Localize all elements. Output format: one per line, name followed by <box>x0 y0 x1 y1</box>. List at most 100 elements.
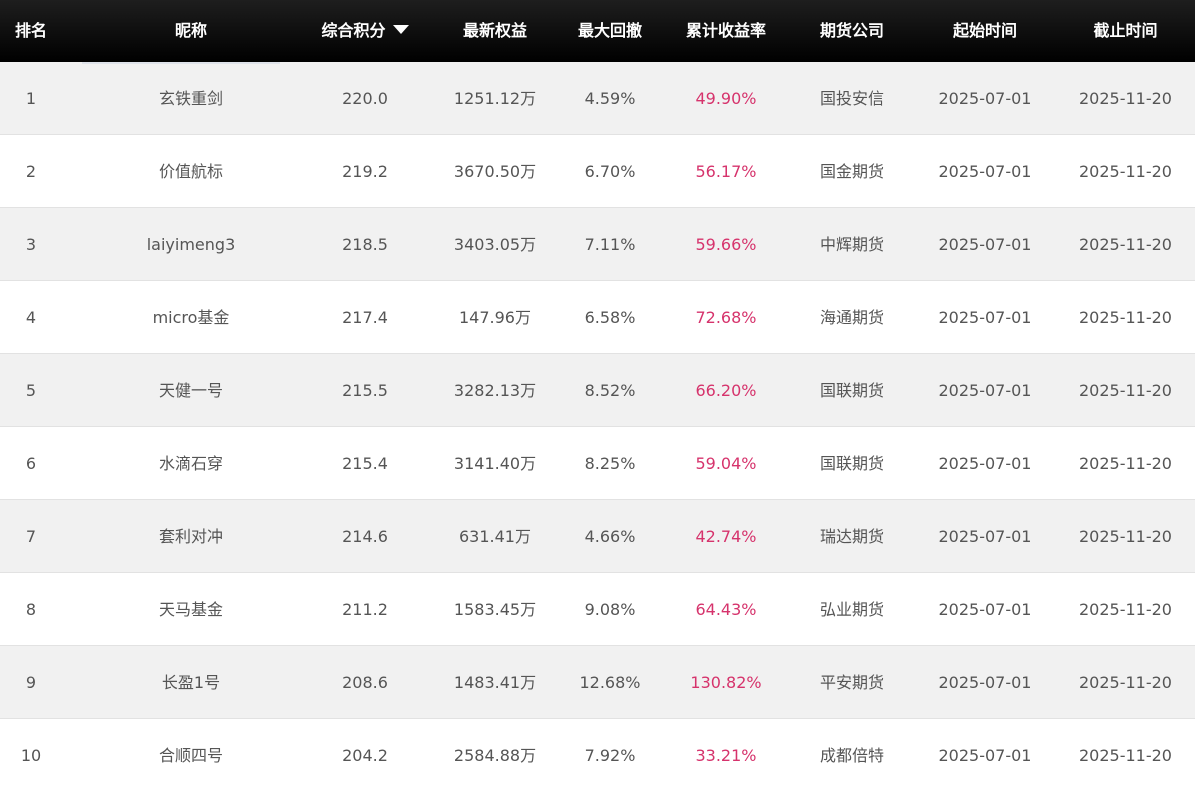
score-cell: 218.5 <box>342 235 388 254</box>
start-date-cell: 2025-07-01 <box>938 600 1032 619</box>
end-date-cell: 2025-11-20 <box>1079 454 1172 473</box>
table-row[interactable]: 4 micro基金 217.4 147.96万 6.58% 72.68% 海通期货 2025-… <box>0 281 1195 354</box>
rank-cell: 4 <box>25 308 37 327</box>
table-row[interactable]: 10 合顺四号 204.2 2584.88万 7.92% 33.21% 成都倍特 2025-0… <box>0 719 1195 791</box>
column-header-drawdown[interactable]: 最大回撤 <box>560 0 660 62</box>
column-header-end[interactable]: 截止时间 <box>1056 0 1195 62</box>
drawdown-cell: 7.11% <box>584 235 636 254</box>
return-cell: 64.43% <box>695 600 757 619</box>
equity-cell: 3670.50万 <box>453 162 537 181</box>
name-cell[interactable]: laiyimeng3 <box>82 208 300 281</box>
table-row[interactable]: 8 天马基金 211.2 1583.45万 9.08% 64.43% 弘业期货 2025-07… <box>0 573 1195 646</box>
return-cell: 59.66% <box>695 235 757 254</box>
equity-cell: 147.96万 <box>459 308 531 327</box>
drawdown-cell: 7.92% <box>584 746 636 765</box>
table-row[interactable]: 6 水滴石穿 215.4 3141.40万 8.25% 59.04% 国联期货 2025-07… <box>0 427 1195 500</box>
score-cell: 215.5 <box>342 381 388 400</box>
score-cell: 215.4 <box>342 454 388 473</box>
column-header-equity[interactable]: 最新权益 <box>430 0 560 62</box>
column-header-company[interactable]: 期货公司 <box>790 0 914 62</box>
rank-cell: 2 <box>25 162 37 181</box>
return-cell: 56.17% <box>695 162 757 181</box>
column-header-score[interactable]: 综合积分 <box>305 0 425 62</box>
equity-cell: 3403.05万 <box>453 235 537 254</box>
rank-cell: 1 <box>25 89 37 108</box>
score-cell: 219.2 <box>342 162 388 181</box>
return-cell: 42.74% <box>695 527 757 546</box>
table-header: 排名 昵称 综合积分 最新权益 最大回撤 累计收益率 期货公司 起始时间 截止时… <box>0 0 1195 62</box>
name-cell[interactable]: 玄铁重剑 <box>82 62 300 135</box>
company-cell: 瑞达期货 <box>819 527 884 546</box>
table-row[interactable]: 7 套利对冲 214.6 631.41万 4.66% 42.74% 瑞达期货 2025-07-… <box>0 500 1195 573</box>
table-row[interactable]: 9 长盈1号 208.6 1483.41万 12.68% 130.82% 平安期货 2025-… <box>0 646 1195 719</box>
start-date-cell: 2025-07-01 <box>938 162 1032 181</box>
column-header-rank[interactable]: 排名 <box>0 0 62 62</box>
drawdown-cell: 8.25% <box>584 454 636 473</box>
return-cell: 66.20% <box>695 381 757 400</box>
column-header-name[interactable]: 昵称 <box>82 0 300 62</box>
return-cell: 130.82% <box>690 673 762 692</box>
company-cell: 国联期货 <box>819 454 884 473</box>
end-date-cell: 2025-11-20 <box>1079 308 1172 327</box>
score-cell: 211.2 <box>342 600 388 619</box>
name-cell[interactable]: 天马基金 <box>82 573 300 646</box>
equity-cell: 1583.45万 <box>453 600 537 619</box>
name-cell[interactable]: 水滴石穿 <box>82 427 300 500</box>
equity-cell: 1251.12万 <box>453 89 537 108</box>
equity-cell: 1483.41万 <box>453 673 537 692</box>
company-cell: 弘业期货 <box>819 600 884 619</box>
company-cell: 成都倍特 <box>819 746 884 765</box>
column-header-score-label: 综合积分 <box>321 21 386 40</box>
table-body: 1 玄铁重剑 220.0 1251.12万 4.59% 49.90% 国投安信 2025-07… <box>0 62 1195 791</box>
rank-cell: 5 <box>25 381 37 400</box>
end-date-cell: 2025-11-20 <box>1079 746 1172 765</box>
column-header-start[interactable]: 起始时间 <box>914 0 1056 62</box>
end-date-cell: 2025-11-20 <box>1079 89 1172 108</box>
equity-cell: 3141.40万 <box>453 454 537 473</box>
table-row[interactable]: 3 laiyimeng3 218.5 3403.05万 7.11% 59.66% 中辉期货 2… <box>0 208 1195 281</box>
rank-cell: 7 <box>25 527 37 546</box>
start-date-cell: 2025-07-01 <box>938 454 1032 473</box>
return-cell: 49.90% <box>695 89 757 108</box>
return-cell: 33.21% <box>695 746 757 765</box>
score-cell: 204.2 <box>342 746 388 765</box>
drawdown-cell: 9.08% <box>584 600 636 619</box>
rank-cell: 6 <box>25 454 37 473</box>
table-row[interactable]: 1 玄铁重剑 220.0 1251.12万 4.59% 49.90% 国投安信 2025-07… <box>0 62 1195 135</box>
name-cell[interactable]: 合顺四号 <box>82 719 300 791</box>
end-date-cell: 2025-11-20 <box>1079 600 1172 619</box>
company-cell: 国联期货 <box>819 381 884 400</box>
drawdown-cell: 4.66% <box>584 527 636 546</box>
rank-cell: 8 <box>25 600 37 619</box>
start-date-cell: 2025-07-01 <box>938 527 1032 546</box>
name-cell[interactable]: 长盈1号 <box>82 646 300 719</box>
start-date-cell: 2025-07-01 <box>938 89 1032 108</box>
company-cell: 海通期货 <box>819 308 884 327</box>
return-cell: 59.04% <box>695 454 757 473</box>
company-cell: 国投安信 <box>819 89 884 108</box>
rank-cell: 10 <box>20 746 42 765</box>
score-cell: 217.4 <box>342 308 388 327</box>
equity-cell: 3282.13万 <box>453 381 537 400</box>
score-cell: 208.6 <box>342 673 388 692</box>
drawdown-cell: 8.52% <box>584 381 636 400</box>
table-row[interactable]: 2 价值航标 219.2 3670.50万 6.70% 56.17% 国金期货 2025-07… <box>0 135 1195 208</box>
header-divider <box>82 62 280 64</box>
name-cell[interactable]: 价值航标 <box>82 135 300 208</box>
name-cell[interactable]: micro基金 <box>82 281 300 354</box>
company-cell: 平安期货 <box>819 673 884 692</box>
score-cell: 214.6 <box>342 527 388 546</box>
name-cell[interactable]: 天健一号 <box>82 354 300 427</box>
drawdown-cell: 6.70% <box>584 162 636 181</box>
start-date-cell: 2025-07-01 <box>938 235 1032 254</box>
drawdown-cell: 4.59% <box>584 89 636 108</box>
name-cell[interactable]: 套利对冲 <box>82 500 300 573</box>
equity-cell: 2584.88万 <box>453 746 537 765</box>
column-header-return[interactable]: 累计收益率 <box>662 0 790 62</box>
end-date-cell: 2025-11-20 <box>1079 527 1172 546</box>
rank-cell: 9 <box>25 673 37 692</box>
end-date-cell: 2025-11-20 <box>1079 162 1172 181</box>
table-row[interactable]: 5 天健一号 215.5 3282.13万 8.52% 66.20% 国联期货 2025-07… <box>0 354 1195 427</box>
end-date-cell: 2025-11-20 <box>1079 235 1172 254</box>
drawdown-cell: 12.68% <box>579 673 641 692</box>
